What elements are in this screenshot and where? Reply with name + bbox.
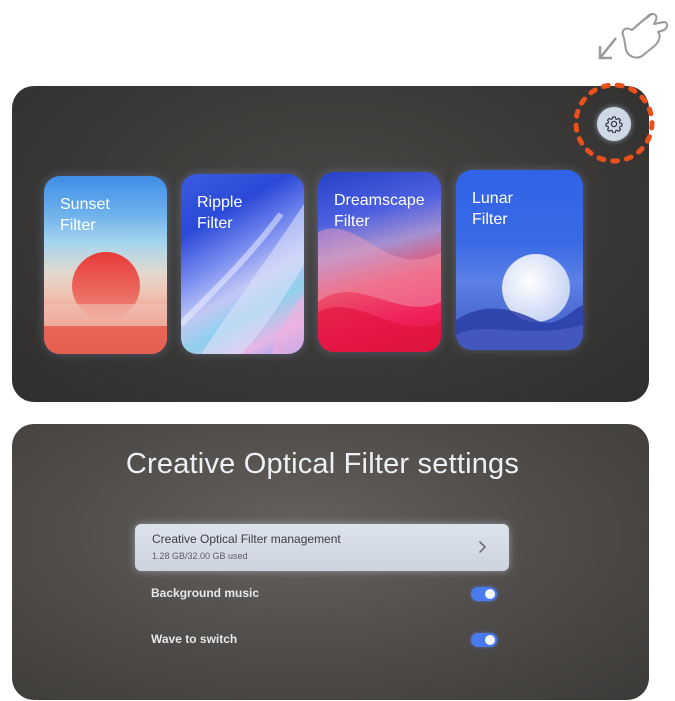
chevron-right-icon (479, 541, 486, 553)
storage-usage: 1.28 GB/32.00 GB used (152, 551, 248, 561)
screen: Sunset Filter Ripple Filter Dreamscape F… (0, 0, 675, 701)
dreamscape-filter-card[interactable]: Dreamscape Filter (318, 172, 441, 352)
filter-management-row[interactable]: Creative Optical Filter management 1.28 … (135, 524, 509, 571)
toggle-label: Background music (151, 586, 260, 600)
card-label: Ripple Filter (197, 194, 243, 232)
page-title: Creative Optical Filter settings (125, 448, 520, 480)
toggle-knob (485, 589, 495, 599)
management-title: Creative Optical Filter management (152, 532, 341, 546)
hand-pointer-icon (598, 12, 668, 60)
gear-icon (605, 116, 623, 133)
ripple-filter-card[interactable]: Ripple Filter (181, 174, 304, 354)
background-music-row: Background music (135, 582, 509, 606)
card-label: Lunar Filter (472, 190, 513, 228)
toggle-label: Wave to switch (151, 632, 238, 646)
settings-button[interactable] (597, 107, 631, 141)
toggle-knob (485, 635, 495, 645)
background-music-toggle[interactable] (471, 587, 497, 601)
wave-to-switch-row: Wave to switch (135, 628, 509, 652)
wave-to-switch-toggle[interactable] (471, 633, 497, 647)
lunar-filter-card[interactable]: Lunar Filter (456, 170, 583, 350)
card-label: Dreamscape Filter (334, 192, 425, 230)
card-label: Sunset Filter (60, 196, 110, 234)
sunset-filter-card[interactable]: Sunset Filter (44, 176, 167, 354)
